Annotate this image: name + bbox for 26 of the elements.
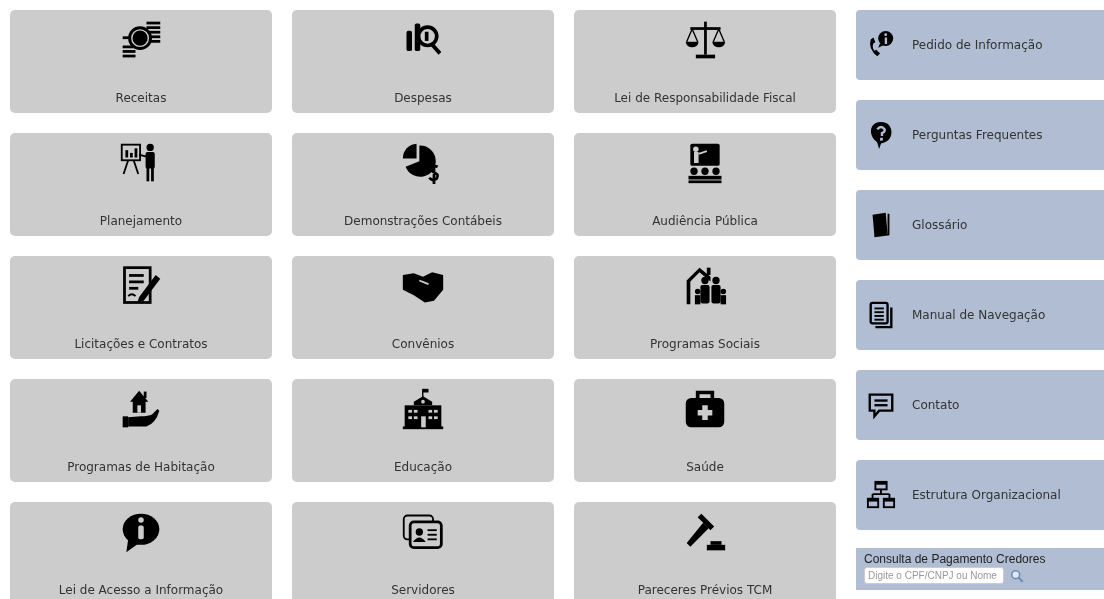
side-link[interactable]: Pedido de Informação [856,10,1104,80]
side-link[interactable]: Perguntas Frequentes [856,100,1104,170]
side-link[interactable]: Glossário [856,190,1104,260]
menu-tile[interactable]: Servidores [292,502,554,599]
menu-tile[interactable]: Pareceres Prévios TCM [574,502,836,599]
menu-tile[interactable]: Despesas [292,10,554,113]
side-link[interactable]: Manual de Navegação [856,280,1104,350]
menu-tile[interactable]: Programas Sociais [574,256,836,359]
school-icon [401,387,445,431]
menu-tile[interactable]: Licitações e Contratos [10,256,272,359]
menu-tile[interactable]: Demonstrações Contábeis [292,133,554,236]
side-link[interactable]: Estrutura Organizacional [856,460,1104,530]
panel-title: Consulta de Pagamento Credores [864,552,1047,566]
menu-tile[interactable]: Lei de Acesso a Informação [10,502,272,599]
menu-tile[interactable]: Lei de Responsabilidade Fiscal [574,10,836,113]
menu-tile[interactable]: Planejamento [10,133,272,236]
menu-tile[interactable]: Educação [292,379,554,482]
menu-tile[interactable]: Programas de Habitação [10,379,272,482]
side-link[interactable]: Contato [856,370,1104,440]
menu-tile[interactable]: Saúde [574,379,836,482]
org-chart-icon [866,480,896,510]
menu-tile[interactable]: Receitas [10,10,272,113]
search-field[interactable]: Digite o CPF/CNPJ ou Nome [864,567,1004,584]
menu-tile[interactable]: Convênios [292,256,554,359]
search-icon[interactable] [1010,568,1024,583]
menu-tile[interactable]: Audiência Pública [574,133,836,236]
